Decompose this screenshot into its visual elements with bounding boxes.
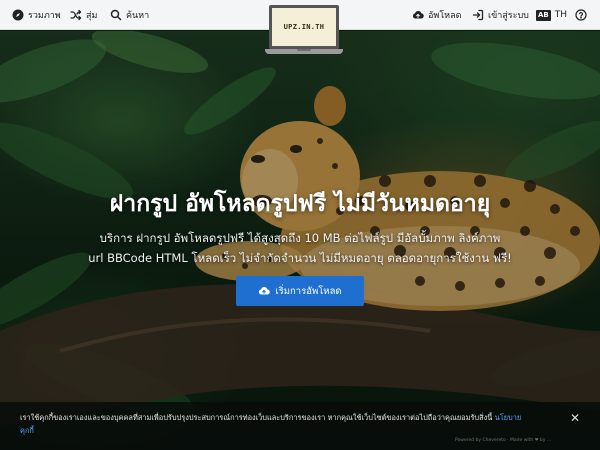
site-logo[interactable]: UPZ.IN.TH [265,5,343,57]
cookie-policy-link-line-2: คุกกี้ [20,426,34,435]
logo-text: UPZ.IN.TH [283,23,325,31]
start-upload-button[interactable]: เริ่มการอัพโหลด [236,276,364,306]
powered-by-footer: Powered by Chevereto · Made with ❤ by ..… [455,438,552,443]
cloud-upload-icon [259,287,271,295]
help-icon [575,9,587,21]
nav-login[interactable]: เข้าสู่ระบบ [472,0,529,30]
nav-search[interactable]: ค้นหา [110,0,149,30]
cloud-upload-icon [412,11,424,19]
sign-in-icon [472,9,484,21]
close-icon[interactable]: ✕ [568,411,582,425]
nav-upload-label: อัพโหลด [428,11,462,21]
nav-language[interactable]: AB TH [536,0,567,30]
cookie-message: เราใช้คุกกี้ของเราเองและของบุคคลที่สามเพ… [20,413,495,422]
cookie-policy-link-line-1: นโยบาย [494,413,522,422]
hero-description: บริการ ฝากรูป อัพโหลดรูปฟรี ได้สูงสุดถึง… [60,228,540,268]
nav-language-label: TH [554,10,568,20]
logo-screen: UPZ.IN.TH [269,5,339,49]
nav-upload[interactable]: อัพโหลด [412,0,461,30]
start-upload-label: เริ่มการอัพโหลด [275,285,342,297]
nav-random-label: สุ่ม [86,11,98,21]
shuffle-icon [70,9,82,21]
language-icon: AB [536,9,551,21]
nav-random[interactable]: สุ่ม [70,0,97,30]
nav-gallery[interactable]: รวมภาพ [12,0,61,30]
hero-description-line-1: บริการ ฝากรูป อัพโหลดรูปฟรี ได้สูงสุดถึง… [99,231,501,245]
hero-description-line-2: url BBCode HTML โหลดเร็ว ไม่จำกัดจำนวน ไ… [88,251,512,265]
cookie-notice-text: เราใช้คุกกี้ของเราเองและของบุคคลที่สามเพ… [20,411,565,437]
nav-gallery-label: รวมภาพ [28,11,61,21]
nav-help[interactable] [575,0,587,30]
compass-icon [12,9,24,21]
hero-headline: ฝากรูป อัพโหลดรูปฟรี ไม่มีวันหมดอายุ [109,191,491,217]
nav-search-label: ค้นหา [126,11,150,21]
search-icon [110,9,122,21]
hero-section: ฝากรูป อัพโหลดรูปฟรี ไม่มีวันหมดอายุ บริ… [0,31,600,450]
nav-login-label: เข้าสู่ระบบ [488,11,529,21]
logo-laptop-notch [297,49,311,51]
